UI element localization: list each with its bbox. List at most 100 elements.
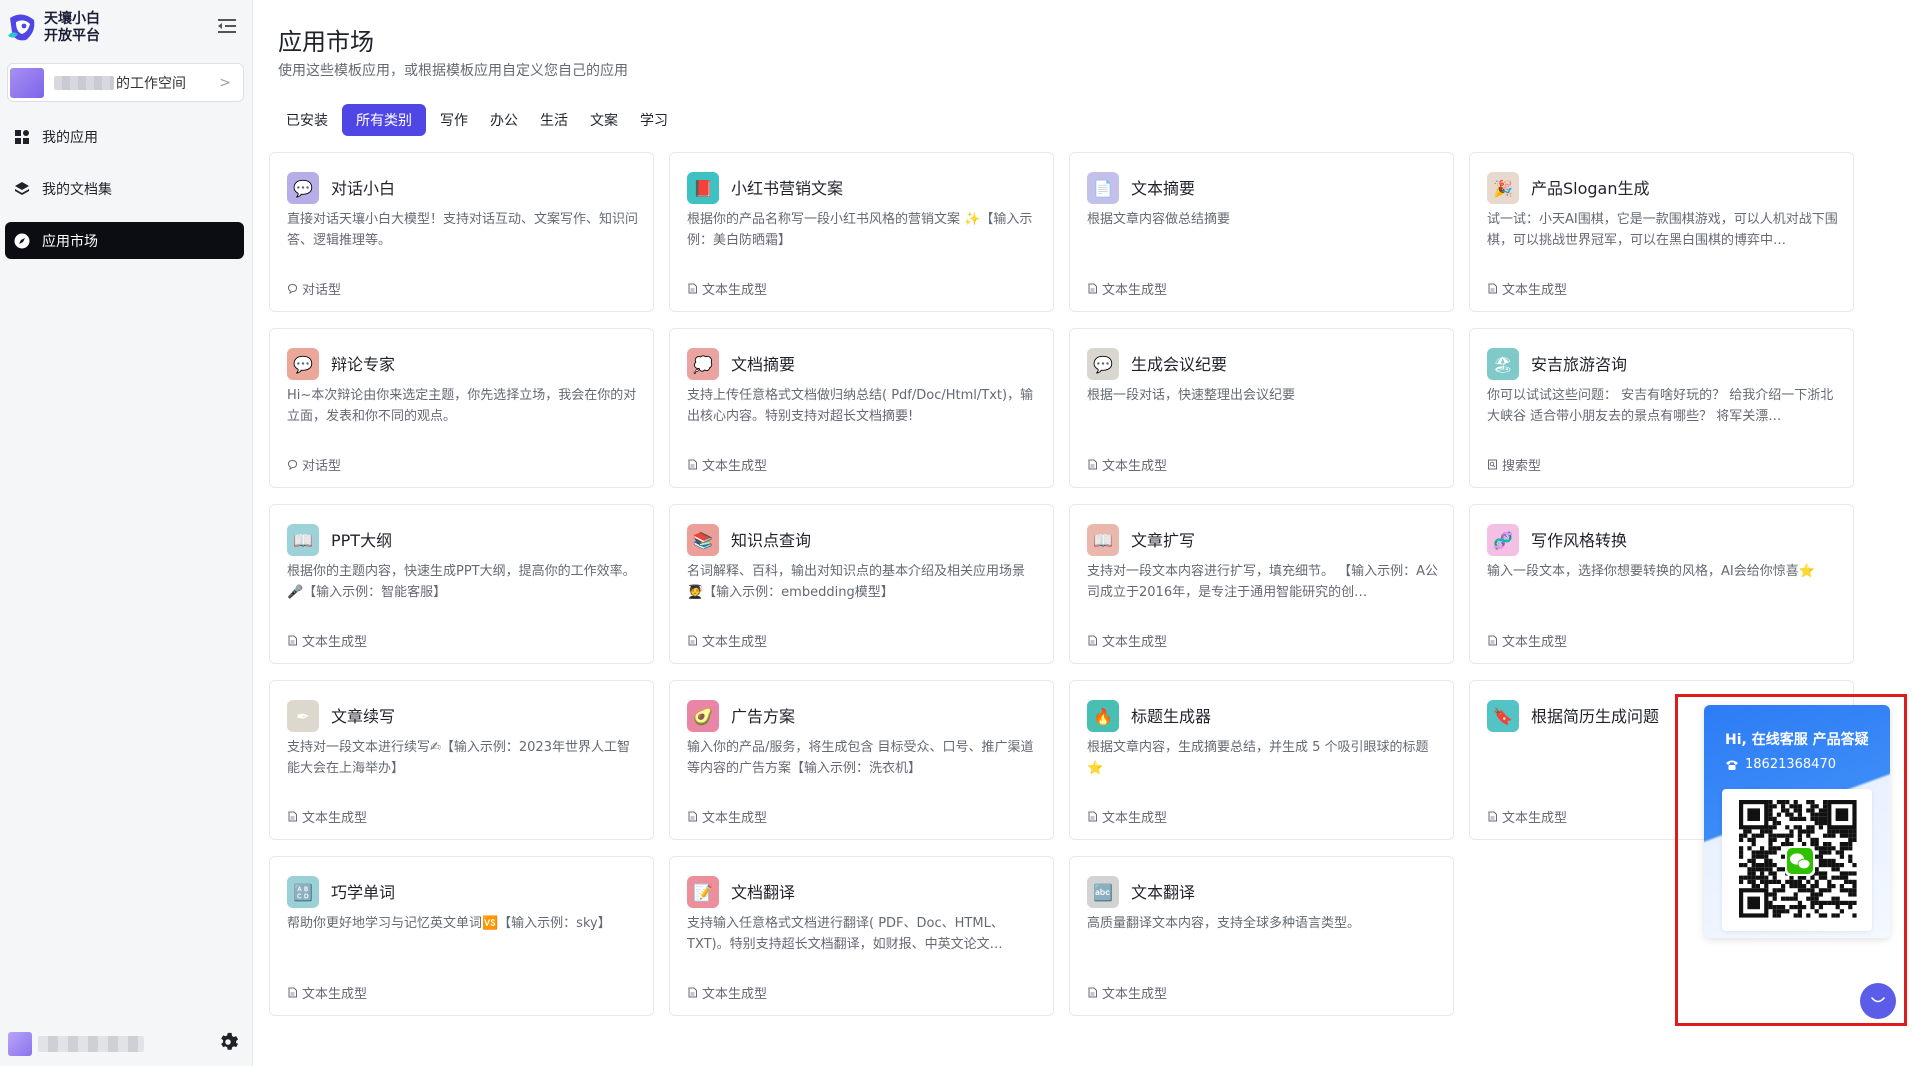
app-card-type-label: 搜索型 xyxy=(1502,459,1542,474)
nav-item-my-docsets[interactable]: 我的文档集 xyxy=(5,170,244,207)
customer-support-panel[interactable]: Hi, 在线客服 产品答疑 18621368470 xyxy=(1704,705,1890,938)
app-card[interactable]: 💬 生成会议纪要 根据一段对话，快速整理出会议纪要 文本生成型 xyxy=(1069,328,1454,488)
app-card-description: 帮助你更好地学习与记忆英文单词🆚【输入示例：sky】 xyxy=(287,916,611,931)
app-card-type: 文本生成型 xyxy=(687,631,767,650)
chat-icon: 💬 xyxy=(287,172,319,204)
app-card-type-label: 文本生成型 xyxy=(1502,635,1568,650)
open-book-icon: 📖 xyxy=(1087,524,1119,556)
gear-icon[interactable] xyxy=(217,1031,239,1053)
wechat-qr-code xyxy=(1739,800,1857,918)
dna-icon: 🧬 xyxy=(1487,524,1519,556)
app-card[interactable]: 💭 文档摘要 支持上传任意格式文档做归纳总结( Pdf/Doc/Html/Txt)，… xyxy=(669,328,1054,488)
tab-life[interactable]: 生活 xyxy=(532,104,576,136)
app-card[interactable]: 🔠 巧学单词 帮助你更好地学习与记忆英文单词🆚【输入示例：sky】 文本生成型 xyxy=(269,856,654,1016)
app-card[interactable]: 💬 对话小白 直接对话天壤小白大模型！支持对话互动、文案写作、知识问答、逻辑推理等。… xyxy=(269,152,654,312)
avocado-icon: 🥑 xyxy=(687,700,719,732)
tab-office[interactable]: 办公 xyxy=(482,104,526,136)
app-card-type-label: 对话型 xyxy=(302,459,342,474)
username-redacted xyxy=(38,1036,144,1052)
app-card[interactable]: 📚 知识点查询 名词解释、百科，输出对知识点的基本介绍及相关应用场景🧑‍🎓【输入示例… xyxy=(669,504,1054,664)
document-icon xyxy=(1488,811,1497,822)
app-card-type-label: 文本生成型 xyxy=(702,987,768,1002)
chevron-down-icon xyxy=(1871,997,1885,1003)
app-card-type: 文本生成型 xyxy=(687,279,767,298)
app-card-description: 根据你的产品名称写一段小红书风格的营销文案 ✨【输入示例：美白防晒霜】 xyxy=(687,212,1033,248)
app-card-type-label: 文本生成型 xyxy=(302,811,368,826)
app-card-type-label: 文本生成型 xyxy=(1102,283,1168,298)
document-icon xyxy=(1488,283,1497,294)
tab-copywriting[interactable]: 文案 xyxy=(582,104,626,136)
support-title: Hi, 在线客服 产品答疑 xyxy=(1725,732,1869,748)
book-icon: 📖 xyxy=(287,524,319,556)
app-card[interactable]: 🔥 标题生成器 根据文章内容，生成摘要总结，并生成 5 个吸引眼球的标题 ⭐ 文本生成… xyxy=(1069,680,1454,840)
nav-item-label: 应用市场 xyxy=(42,233,98,250)
app-card-type-label: 文本生成型 xyxy=(1502,811,1568,826)
app-card-type-label: 文本生成型 xyxy=(1102,987,1168,1002)
memo-icon: 📝 xyxy=(687,876,719,908)
support-phone-number: 18621368470 xyxy=(1745,757,1836,772)
chat-bubble-icon xyxy=(287,459,298,470)
app-card-title: 文章扩写 xyxy=(1131,531,1196,550)
app-card-description: 根据文章内容，生成摘要总结，并生成 5 个吸引眼球的标题 ⭐ xyxy=(1087,740,1429,776)
fire-icon: 🔥 xyxy=(1087,700,1119,732)
app-card[interactable]: 🏖 安吉旅游咨询 你可以试试这些问题： 安吉有啥好玩的？ 给我介绍一下浙北大峡谷 适… xyxy=(1469,328,1854,488)
app-card-type: 文本生成型 xyxy=(1087,807,1167,826)
tab-installed[interactable]: 已安装 xyxy=(278,104,336,136)
app-card[interactable]: 📝 文档翻译 支持输入任意格式文档进行翻译( PDF、Doc、HTML、TXT)。特… xyxy=(669,856,1054,1016)
nav-item-label: 我的应用 xyxy=(42,129,98,146)
app-card[interactable]: 📖 PPT大纲 根据你的主题内容，快速生成PPT大纲，提高你的工作效率。🎤【输入示例… xyxy=(269,504,654,664)
sidebar: 天壤小白 开放平台 的工作空间 > 我的应用 我的文档集 应用市场 xyxy=(0,0,253,1066)
tab-learning[interactable]: 学习 xyxy=(632,104,676,136)
app-card-type: 文本生成型 xyxy=(687,983,767,1002)
app-card[interactable]: 🔤 文本翻译 高质量翻译文本内容，支持全球多种语言类型。 文本生成型 xyxy=(1069,856,1454,1016)
collapse-sidebar-icon[interactable] xyxy=(216,16,238,36)
app-card-type: 文本生成型 xyxy=(1087,279,1167,298)
app-card-title: 文档翻译 xyxy=(731,883,796,902)
app-card-title: 辩论专家 xyxy=(331,355,396,374)
nav-item-app-market[interactable]: 应用市场 xyxy=(5,222,244,259)
app-card-type: 对话型 xyxy=(287,279,341,298)
nav-item-my-apps[interactable]: 我的应用 xyxy=(5,118,244,155)
app-card[interactable]: 🥑 广告方案 输入你的产品/服务，将生成包含 目标受众、口号、推广渠道等内容的广告方… xyxy=(669,680,1054,840)
app-card-description: 根据你的主题内容，快速生成PPT大纲，提高你的工作效率。🎤【输入示例：智能客服】 xyxy=(287,564,636,600)
nav-item-label: 我的文档集 xyxy=(42,181,112,198)
app-card-title: 广告方案 xyxy=(731,707,796,726)
workspace-avatar xyxy=(10,67,44,98)
app-card-type: 对话型 xyxy=(287,455,341,474)
app-card[interactable]: 📕 小红书营销文案 根据你的产品名称写一段小红书风格的营销文案 ✨【输入示例：美白防… xyxy=(669,152,1054,312)
app-card[interactable]: 💬 辩论专家 Hi~本次辩论由你来选定主题，你先选择立场，我会在你的对立面，发表和你… xyxy=(269,328,654,488)
app-card[interactable]: 📄 文本摘要 根据文章内容做总结摘要 文本生成型 xyxy=(1069,152,1454,312)
page-title: 应用市场 xyxy=(278,28,374,56)
app-card-description: 支持对一段文本内容进行扩写，填充细节。 【输入示例：A公司成立于2016年，是专… xyxy=(1087,564,1439,600)
user-profile[interactable] xyxy=(8,1032,144,1056)
app-card-type: 搜索型 xyxy=(1487,455,1541,474)
tab-writing[interactable]: 写作 xyxy=(432,104,476,136)
app-card-type-label: 文本生成型 xyxy=(702,811,768,826)
compass-icon xyxy=(14,233,30,248)
document-icon xyxy=(1088,811,1097,822)
app-card[interactable]: 📖 文章扩写支持对一段文本内容进行扩写，填充细节。 【输入示例：A公司成立于201… xyxy=(1069,504,1454,664)
app-card-description: 根据一段对话，快速整理出会议纪要 xyxy=(1087,388,1296,403)
brand-line2: 开放平台 xyxy=(44,28,100,44)
tab-all-categories[interactable]: 所有类别 xyxy=(342,104,426,136)
app-card-title: 文章续写 xyxy=(331,707,396,726)
brand[interactable]: 天壤小白 开放平台 xyxy=(6,8,100,48)
app-card-type-label: 对话型 xyxy=(302,283,342,298)
support-phone: 18621368470 xyxy=(1725,757,1836,772)
app-card[interactable]: 🧬 写作风格转换 输入一段文本，选择你想要转换的风格，AI会给你惊喜⭐ 文本生成型 xyxy=(1469,504,1854,664)
brand-name: 天壤小白 开放平台 xyxy=(44,11,100,45)
app-card-description: 支持对一段文本进行续写✍【输入示例：2023年世界人工智能大会在上海举办】 xyxy=(287,740,630,776)
app-card-title: 根据简历生成问题 xyxy=(1531,707,1660,726)
app-card-title: 安吉旅游咨询 xyxy=(1531,355,1628,374)
app-card-title: 生成会议纪要 xyxy=(1131,355,1228,374)
chat-toggle-button[interactable] xyxy=(1860,983,1896,1019)
workspace-selector[interactable]: 的工作空间 > xyxy=(7,63,244,102)
document-icon xyxy=(1088,283,1097,294)
beach-icon: 🏖 xyxy=(1487,348,1519,380)
app-card-type: 文本生成型 xyxy=(1487,279,1567,298)
app-card[interactable]: ✒ 文章续写 支持对一段文本进行续写✍【输入示例：2023年世界人工智能大会在上海举… xyxy=(269,680,654,840)
page-icon: 📄 xyxy=(1087,172,1119,204)
app-card-title: 知识点查询 xyxy=(731,531,812,550)
app-card[interactable]: 🎉 产品Slogan生成 试一试：小天AI围棋，它是一款围棋游戏，可以人机对战下围棋… xyxy=(1469,152,1854,312)
chevron-right-icon: > xyxy=(219,74,231,91)
